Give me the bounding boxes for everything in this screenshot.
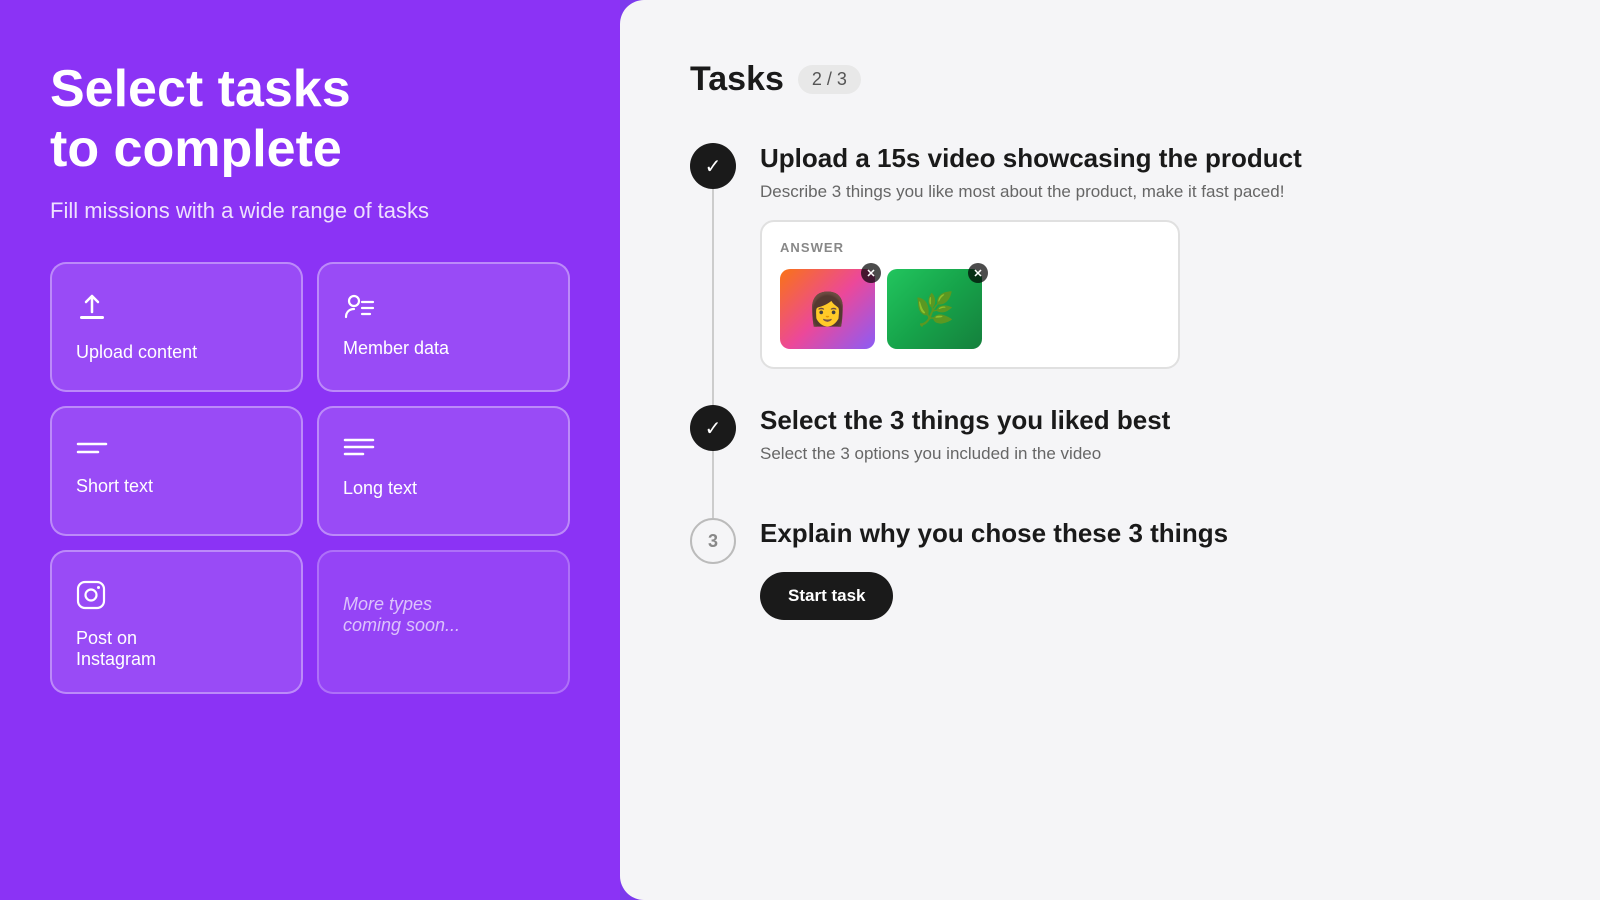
tasks-count-badge: 2 / 3 <box>798 65 861 94</box>
task-2-description: Select the 3 options you included in the… <box>760 444 1530 464</box>
answer-img-wrap-2: 🌿 ✕ <box>887 269 982 349</box>
upload-icon <box>76 292 277 328</box>
answer-images: 👩 ✕ 🌿 ✕ <box>780 269 1160 349</box>
card-long-text[interactable]: Long text <box>317 406 570 536</box>
task-3-title: Explain why you chose these 3 things <box>760 518 1530 549</box>
instagram-icon <box>76 580 277 614</box>
page-subtitle: Fill missions with a wide range of tasks <box>50 198 570 224</box>
answer-img-1-content: 👩 <box>780 269 875 349</box>
card-long-text-label: Long text <box>343 478 544 499</box>
answer-label: ANSWER <box>780 240 1160 255</box>
card-short-text-label: Short text <box>76 476 277 497</box>
answer-img-2-content: 🌿 <box>887 269 982 349</box>
task-list: ✓ Upload a 15s video showcasing the prod… <box>690 143 1530 656</box>
task-item-1: ✓ Upload a 15s video showcasing the prod… <box>690 143 1530 405</box>
right-panel: Tasks 2 / 3 ✓ Upload a 15s video showcas… <box>620 0 1600 900</box>
member-data-icon <box>343 292 544 324</box>
task-1-title: Upload a 15s video showcasing the produc… <box>760 143 1530 174</box>
card-post-instagram[interactable]: Post on Instagram <box>50 550 303 694</box>
task-2-step: ✓ <box>690 405 736 451</box>
task-3-content: Explain why you chose these 3 things Sta… <box>760 518 1530 655</box>
short-text-icon <box>76 436 277 462</box>
task-3-number: 3 <box>708 531 718 552</box>
answer-img-wrap-1: 👩 ✕ <box>780 269 875 349</box>
task-1-answer-box: ANSWER 👩 ✕ 🌿 ✕ <box>760 220 1180 369</box>
answer-image-1: 👩 <box>780 269 875 349</box>
long-text-icon <box>343 436 544 464</box>
task-type-grid: Upload content Member data <box>50 262 570 694</box>
task-2-title: Select the 3 things you liked best <box>760 405 1530 436</box>
task-item-2: ✓ Select the 3 things you liked best Sel… <box>690 405 1530 518</box>
task-1-step: ✓ <box>690 143 736 189</box>
task-1-description: Describe 3 things you like most about th… <box>760 182 1530 202</box>
card-more-types: More types coming soon... <box>317 550 570 694</box>
card-more-types-label: More types coming soon... <box>343 594 544 636</box>
answer-image-2: 🌿 <box>887 269 982 349</box>
task-1-content: Upload a 15s video showcasing the produc… <box>760 143 1530 405</box>
card-post-instagram-label: Post on Instagram <box>76 628 277 670</box>
task-item-3: 3 Explain why you chose these 3 things S… <box>690 518 1530 655</box>
tasks-title: Tasks <box>690 60 784 99</box>
tasks-header: Tasks 2 / 3 <box>690 60 1530 99</box>
task-3-step: 3 <box>690 518 736 564</box>
card-member-data-label: Member data <box>343 338 544 359</box>
card-short-text[interactable]: Short text <box>50 406 303 536</box>
remove-image-2-button[interactable]: ✕ <box>968 263 988 283</box>
card-member-data[interactable]: Member data <box>317 262 570 392</box>
card-upload-content[interactable]: Upload content <box>50 262 303 392</box>
task-2-checkmark: ✓ <box>705 416 722 441</box>
start-task-button[interactable]: Start task <box>760 572 893 620</box>
remove-image-1-button[interactable]: ✕ <box>861 263 881 283</box>
left-panel: Select tasks to complete Fill missions w… <box>0 0 620 900</box>
card-upload-content-label: Upload content <box>76 342 277 363</box>
task-2-content: Select the 3 things you liked best Selec… <box>760 405 1530 518</box>
page-title: Select tasks to complete <box>50 60 570 180</box>
task-1-checkmark: ✓ <box>705 154 722 179</box>
